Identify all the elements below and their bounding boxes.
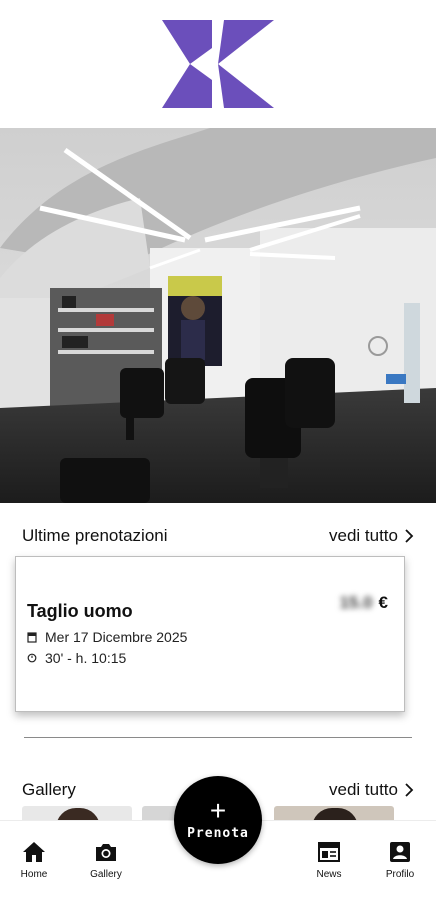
bookings-see-all-label: vedi tutto xyxy=(329,526,398,545)
app-logo xyxy=(0,0,436,128)
booking-date-row: Mer 17 Dicembre 2025 xyxy=(27,629,187,645)
gallery-thumbnail[interactable] xyxy=(22,806,132,820)
camera-icon xyxy=(96,844,116,861)
calendar-icon xyxy=(27,632,37,643)
nav-label-gallery: Gallery xyxy=(90,869,122,880)
home-icon xyxy=(23,842,45,862)
gallery-thumbnail[interactable] xyxy=(274,806,394,820)
plus-icon: + xyxy=(209,794,227,826)
k-logo-icon xyxy=(162,20,274,108)
chevron-right-icon xyxy=(405,783,414,797)
bookings-see-all-link[interactable]: vedi tutto xyxy=(329,526,414,546)
booking-time-row: 30' - h. 10:15 xyxy=(27,650,126,666)
section-divider xyxy=(24,737,412,738)
nav-label-home: Home xyxy=(20,869,48,880)
gallery-see-all-label: vedi tutto xyxy=(329,780,398,799)
booking-card[interactable]: Taglio uomo 15.0 € Mer 17 Dicembre 2025 … xyxy=(15,556,405,712)
profile-icon xyxy=(390,842,410,862)
nav-item-profile[interactable]: Profilo xyxy=(380,841,420,880)
booking-price: 15.0 € xyxy=(339,593,388,613)
nav-label-news: News xyxy=(316,869,342,880)
booking-price-value: 15.0 xyxy=(339,593,373,612)
booking-time: 30' - h. 10:15 xyxy=(45,650,127,666)
hero-banner xyxy=(0,128,436,503)
booking-service: Taglio uomo xyxy=(27,601,133,621)
nav-item-home[interactable]: Home xyxy=(16,841,52,880)
barbershop-interior-photo xyxy=(0,128,436,503)
gallery-see-all-link[interactable]: vedi tutto xyxy=(329,780,414,800)
bookings-header: Ultime prenotazioni vedi tutto xyxy=(22,526,414,546)
bookings-title: Ultime prenotazioni xyxy=(22,526,168,545)
booking-date: Mer 17 Dicembre 2025 xyxy=(45,629,188,645)
booking-price-currency: € xyxy=(378,593,388,612)
clock-icon xyxy=(27,653,37,663)
nav-item-news[interactable]: News xyxy=(312,841,346,880)
nav-item-gallery[interactable]: Gallery xyxy=(86,841,126,880)
gallery-title: Gallery xyxy=(22,780,76,799)
news-icon xyxy=(318,842,340,862)
nav-label-profile: Profilo xyxy=(385,869,415,880)
book-appointment-label: Prenota xyxy=(187,825,249,841)
chevron-right-icon xyxy=(405,529,414,543)
book-appointment-button[interactable]: + Prenota xyxy=(174,776,262,864)
